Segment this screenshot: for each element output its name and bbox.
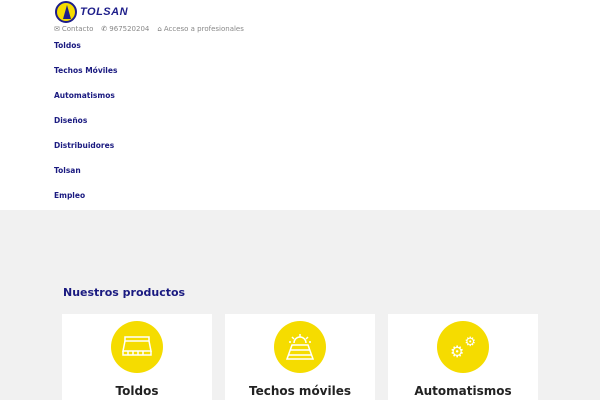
top-bar: ✉ Contacto ✆ 967520204 ⌂ Acceso a profesion…	[54, 25, 244, 33]
card-title: Techos móviles	[248, 384, 352, 398]
phone-label: 967520204	[109, 25, 150, 33]
nav-automatismos[interactable]: Automatismos	[54, 91, 117, 116]
sun-roof-icon	[274, 321, 326, 373]
card-title: Toldos	[115, 384, 159, 398]
nav-toldos[interactable]: Toldos	[54, 41, 117, 66]
professionals-link[interactable]: ⌂ Acceso a profesionales	[157, 25, 244, 33]
card-title: Automatismos	[414, 384, 512, 398]
section-title: Nuestros productos	[63, 286, 186, 299]
nav-distribuidores[interactable]: Distribuidores	[54, 141, 117, 166]
product-card-toldos[interactable]: Toldos	[62, 314, 212, 404]
awning-icon	[111, 321, 163, 373]
nav-tolsan[interactable]: Tolsan	[54, 166, 117, 191]
main-nav: Toldos Techos Móviles Automatismos Diseñ…	[54, 41, 117, 216]
phone-icon: ✆	[101, 25, 108, 33]
professionals-label: Acceso a profesionales	[163, 25, 244, 33]
phone-link[interactable]: ✆ 967520204	[101, 25, 149, 33]
nav-techos-moviles[interactable]: Techos Móviles	[54, 66, 117, 91]
logo[interactable]: TOLSAN	[55, 1, 128, 23]
product-card-automatismos[interactable]: ⚙ ⚙ Automatismos	[388, 314, 538, 404]
logo-text: TOLSAN	[80, 6, 129, 18]
gears-icon: ⚙ ⚙	[437, 321, 489, 373]
envelope-icon: ✉	[54, 25, 60, 33]
contact-link[interactable]: ✉ Contacto	[54, 25, 93, 33]
logo-icon	[55, 1, 77, 23]
home-icon: ⌂	[157, 25, 162, 33]
nav-disenos[interactable]: Diseños	[54, 116, 117, 141]
site-header: TOLSAN ✉ Contacto ✆ 967520204 ⌂ Acceso a pr…	[0, 0, 600, 210]
product-card-techos-moviles[interactable]: Techos móviles	[225, 314, 375, 404]
contact-label: Contacto	[61, 25, 94, 33]
